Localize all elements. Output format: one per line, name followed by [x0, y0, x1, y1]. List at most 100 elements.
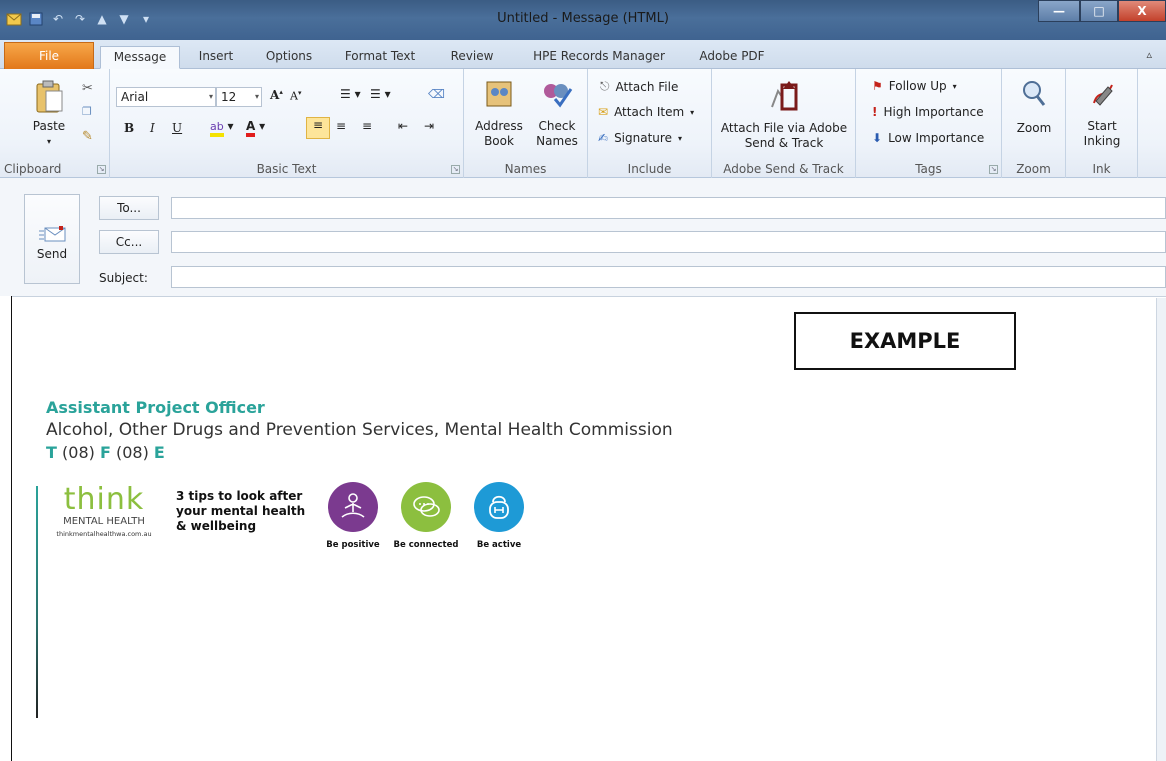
tip-label-connected: Be connected	[393, 540, 459, 550]
underline-icon[interactable]: U	[172, 121, 182, 135]
tags-launcher-icon[interactable]: ↘	[989, 165, 998, 174]
font-size-combo[interactable]: 12 ▾	[216, 87, 262, 107]
numbering-icon[interactable]: ☰ ▾	[370, 87, 391, 101]
tab-options[interactable]: Options	[254, 46, 324, 69]
send-icon	[39, 225, 67, 243]
to-field[interactable]	[171, 197, 1166, 219]
signature-icon: ✍	[598, 131, 609, 145]
paste-label: Paste	[32, 119, 66, 133]
example-watermark: EXAMPLE	[794, 312, 1016, 370]
tab-format-text[interactable]: Format Text	[332, 46, 428, 69]
group-zoom: Zoom Zoom	[1002, 69, 1066, 178]
group-tags: ⚑ Follow Up ▾ ! High Importance ⬇ Low Im…	[856, 69, 1002, 178]
close-button[interactable]: X	[1118, 0, 1166, 22]
font-name-combo[interactable]: Arial ▾	[116, 87, 216, 107]
align-center-icon[interactable]: ≡	[336, 119, 346, 133]
bold-icon[interactable]: B	[124, 121, 134, 135]
send-button[interactable]: Send	[24, 194, 80, 284]
magnifier-icon	[1020, 79, 1048, 109]
check-names-label: Check Names	[536, 119, 578, 148]
logo-mental-health-text: MENTAL HEALTH	[63, 516, 145, 527]
low-importance-icon: ⬇	[872, 131, 883, 145]
address-book-button[interactable]: Address Book	[470, 79, 528, 149]
paste-dropdown-icon[interactable]: ▾	[26, 134, 72, 149]
attach-via-adobe-label: Attach File via Adobe Send & Track	[720, 121, 848, 150]
address-book-icon	[484, 79, 514, 109]
ribbon-tabs: File Message Insert Options Format Text …	[0, 40, 1166, 69]
pen-icon	[1088, 79, 1116, 109]
maximize-button[interactable]: □	[1080, 0, 1118, 22]
basic-text-launcher-icon[interactable]: ↘	[451, 165, 460, 174]
to-button[interactable]: To...	[99, 196, 159, 220]
group-names: Address Book Check Names Names	[464, 69, 588, 178]
start-inking-button[interactable]: Start Inking	[1072, 79, 1132, 149]
tab-adobe-pdf[interactable]: Adobe PDF	[692, 46, 772, 69]
tab-review[interactable]: Review	[440, 46, 504, 69]
align-left-icon[interactable]: ≡	[306, 117, 330, 139]
paste-icon	[34, 79, 64, 115]
signature-dropdown-icon: ▾	[677, 133, 682, 143]
low-importance-button[interactable]: ⬇ Low Importance	[872, 131, 984, 145]
shrink-font-icon[interactable]: A▾	[290, 89, 301, 103]
subject-field[interactable]	[171, 266, 1166, 288]
think-mental-health-logo: think MENTAL HEALTH thinkmentalhealthwa.…	[52, 484, 156, 554]
copy-icon[interactable]: ❐	[82, 105, 92, 118]
zoom-label: Zoom	[1016, 121, 1052, 135]
tab-hpe-records-manager[interactable]: HPE Records Manager	[514, 46, 684, 69]
highlight-icon[interactable]: ab ▾	[210, 119, 234, 137]
group-label-ink: Ink	[1092, 162, 1111, 176]
group-label-include: Include	[627, 162, 672, 176]
high-importance-icon: !	[872, 105, 878, 119]
follow-up-button[interactable]: ⚑ Follow Up ▾	[872, 79, 957, 93]
group-basic-text: Arial ▾ 12 ▾ A▴ A▾ ☰ ▾ ☰ ▾ ⌫ B I U ab ▾ A …	[110, 69, 464, 178]
minimize-button[interactable]: —	[1038, 0, 1080, 22]
tab-file[interactable]: File	[4, 42, 94, 69]
tip-label-active: Be active	[476, 540, 522, 550]
group-label-names: Names	[504, 162, 547, 176]
clear-formatting-icon[interactable]: ⌫	[428, 87, 445, 101]
grow-font-icon[interactable]: A▴	[270, 87, 283, 102]
send-label: Send	[36, 247, 68, 261]
format-painter-icon[interactable]: ✎	[82, 129, 93, 144]
tips-heading: 3 tips to look after your mental health …	[176, 489, 306, 533]
zoom-button[interactable]: Zoom	[1006, 79, 1062, 136]
bullets-icon[interactable]: ☰ ▾	[340, 87, 361, 101]
align-right-icon[interactable]: ≡	[362, 119, 372, 133]
cut-icon[interactable]: ✂	[82, 81, 93, 96]
left-edge	[0, 296, 12, 761]
attach-item-button[interactable]: ✉ Attach Item ▾	[598, 105, 694, 119]
logo-think-text: think	[63, 482, 145, 517]
paperclip-icon: ⎋	[600, 79, 610, 93]
cc-field[interactable]	[171, 231, 1166, 253]
group-include: ⎋ Attach File ✉ Attach Item ▾ ✍ Signatur…	[588, 69, 712, 178]
italic-icon[interactable]: I	[150, 121, 155, 135]
tab-insert[interactable]: Insert	[186, 46, 246, 69]
tab-message[interactable]: Message	[100, 46, 180, 69]
speech-bubbles-icon	[401, 482, 451, 532]
cc-button[interactable]: Cc...	[99, 230, 159, 254]
attach-file-button[interactable]: ⎋ Attach File	[600, 79, 678, 94]
clipboard-launcher-icon[interactable]: ↘	[97, 165, 106, 174]
vertical-scrollbar[interactable]	[1156, 298, 1166, 761]
address-book-label: Address Book	[475, 119, 523, 148]
collapse-ribbon-icon[interactable]: ▵	[1146, 48, 1152, 61]
group-label-basic-text: Basic Text	[256, 162, 317, 176]
window-title: Untitled - Message (HTML)	[497, 11, 669, 26]
start-inking-label: Start Inking	[1083, 119, 1121, 148]
font-color-icon[interactable]: A ▾	[246, 119, 265, 137]
increase-indent-icon[interactable]: ⇥	[424, 119, 434, 133]
group-label-tags: Tags	[915, 162, 942, 176]
flag-icon: ⚑	[872, 79, 883, 93]
group-ink: Start Inking Ink	[1066, 69, 1138, 178]
check-names-button[interactable]: Check Names	[530, 79, 584, 149]
group-label-zoom: Zoom	[1016, 162, 1051, 176]
high-importance-button[interactable]: ! High Importance	[872, 105, 984, 119]
paste-button[interactable]: Paste ▾	[26, 79, 72, 149]
logo-url-text: thinkmentalhealthwa.com.au	[56, 530, 152, 538]
subject-label: Subject:	[99, 271, 148, 285]
decrease-indent-icon[interactable]: ⇤	[398, 119, 408, 133]
attach-via-adobe-button[interactable]: Attach File via Adobe Send & Track	[716, 77, 852, 151]
attach-item-icon: ✉	[598, 105, 609, 119]
signature-department: Alcohol, Other Drugs and Prevention Serv…	[46, 420, 673, 440]
signature-button[interactable]: ✍ Signature ▾	[598, 131, 682, 145]
